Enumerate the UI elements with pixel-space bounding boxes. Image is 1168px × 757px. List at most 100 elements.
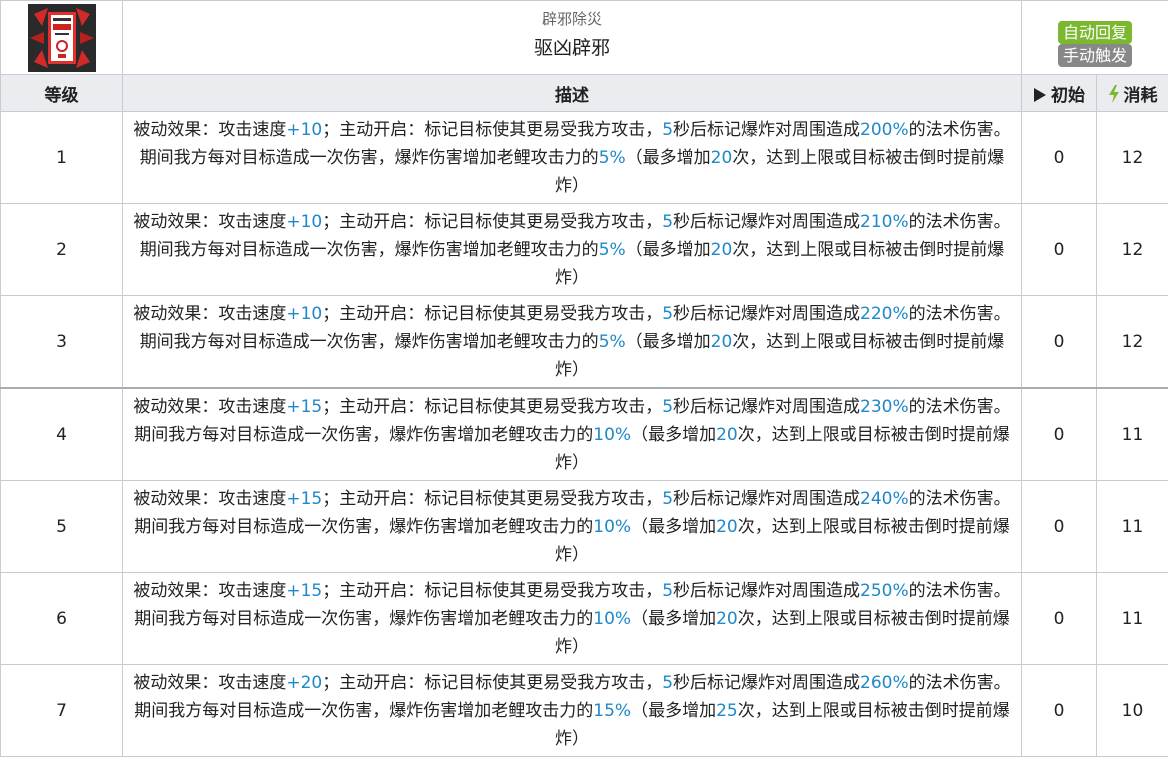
row-initial: 0 [1022, 481, 1097, 573]
desc-text: （最多增加 [631, 517, 716, 537]
row-cost: 11 [1097, 388, 1168, 481]
desc-max-stacks: 20 [716, 517, 738, 537]
skill-title: 驱凶辟邪 [123, 35, 1021, 61]
desc-text: 被动效果：攻击速度 [133, 581, 286, 601]
desc-text: （最多增加 [631, 701, 716, 721]
header-initial-label: 初始 [1051, 86, 1085, 106]
desc-text: （最多增加 [631, 609, 716, 629]
row-initial: 0 [1022, 665, 1097, 757]
desc-attack-speed: +10 [286, 120, 322, 140]
skill-subtitle: 辟邪除災 [123, 9, 1021, 29]
desc-atk-percent: 15% [593, 701, 631, 721]
row-level: 6 [1, 573, 123, 665]
row-cost: 11 [1097, 481, 1168, 573]
desc-text: （最多增加 [626, 148, 711, 168]
desc-text: 被动效果：攻击速度 [133, 489, 286, 509]
tag-manual-trigger: 手动触发 [1058, 44, 1132, 67]
row-cost: 12 [1097, 296, 1168, 389]
skill-table: 辟邪除災 驱凶辟邪 自动回复 手动触发 等级 描述 初始 消耗 1被动效果：攻击… [0, 0, 1168, 757]
row-cost: 12 [1097, 112, 1168, 204]
header-cost-label: 消耗 [1124, 86, 1158, 106]
desc-text: 秒后标记爆炸对周围造成 [673, 304, 860, 324]
desc-seconds: 5 [662, 304, 673, 324]
desc-damage: 200% [860, 120, 909, 140]
skill-name-cell: 辟邪除災 驱凶辟邪 [123, 1, 1022, 75]
row-cost: 10 [1097, 665, 1168, 757]
skill-red-seal-icon [28, 4, 96, 72]
row-description: 被动效果：攻击速度+15；主动开启：标记目标使其更易受我方攻击，5秒后标记爆炸对… [123, 573, 1022, 665]
row-initial: 0 [1022, 296, 1097, 389]
desc-max-stacks: 20 [716, 609, 738, 629]
desc-text: 秒后标记爆炸对周围造成 [673, 581, 860, 601]
desc-max-stacks: 20 [716, 425, 738, 445]
desc-text: ；主动开启：标记目标使其更易受我方攻击， [322, 489, 662, 509]
row-description: 被动效果：攻击速度+10；主动开启：标记目标使其更易受我方攻击，5秒后标记爆炸对… [123, 296, 1022, 389]
desc-max-stacks: 20 [711, 240, 733, 260]
table-row: 3被动效果：攻击速度+10；主动开启：标记目标使其更易受我方攻击，5秒后标记爆炸… [1, 296, 1168, 389]
desc-attack-speed: +15 [286, 489, 322, 509]
desc-seconds: 5 [662, 673, 673, 693]
skill-tags-cell: 自动回复 手动触发 [1022, 1, 1168, 75]
desc-max-stacks: 25 [716, 701, 738, 721]
desc-atk-percent: 10% [593, 609, 631, 629]
tag-auto-recovery: 自动回复 [1058, 21, 1132, 44]
desc-damage: 250% [860, 581, 909, 601]
desc-text: ；主动开启：标记目标使其更易受我方攻击， [322, 304, 662, 324]
table-row: 7被动效果：攻击速度+20；主动开启：标记目标使其更易受我方攻击，5秒后标记爆炸… [1, 665, 1168, 757]
header-cost: 消耗 [1097, 75, 1168, 112]
row-initial: 0 [1022, 204, 1097, 296]
desc-text: 秒后标记爆炸对周围造成 [673, 212, 860, 232]
row-cost: 12 [1097, 204, 1168, 296]
row-initial: 0 [1022, 112, 1097, 204]
header-level: 等级 [1, 75, 123, 112]
desc-max-stacks: 20 [711, 148, 733, 168]
desc-text: （最多增加 [631, 425, 716, 445]
desc-atk-percent: 10% [593, 425, 631, 445]
desc-text: 被动效果：攻击速度 [133, 397, 286, 417]
play-icon [1033, 87, 1047, 103]
row-description: 被动效果：攻击速度+10；主动开启：标记目标使其更易受我方攻击，5秒后标记爆炸对… [123, 204, 1022, 296]
row-level: 4 [1, 388, 123, 481]
desc-damage: 260% [860, 673, 909, 693]
desc-max-stacks: 20 [711, 332, 733, 352]
desc-damage: 230% [860, 397, 909, 417]
desc-text: 被动效果：攻击速度 [133, 673, 286, 693]
row-initial: 0 [1022, 573, 1097, 665]
desc-seconds: 5 [662, 212, 673, 232]
desc-atk-percent: 10% [593, 517, 631, 537]
desc-attack-speed: +10 [286, 212, 322, 232]
table-row: 5被动效果：攻击速度+15；主动开启：标记目标使其更易受我方攻击，5秒后标记爆炸… [1, 481, 1168, 573]
desc-attack-speed: +15 [286, 581, 322, 601]
desc-text: ；主动开启：标记目标使其更易受我方攻击， [322, 397, 662, 417]
header-initial: 初始 [1022, 75, 1097, 112]
desc-damage: 240% [860, 489, 909, 509]
desc-text: ；主动开启：标记目标使其更易受我方攻击， [322, 120, 662, 140]
desc-atk-percent: 5% [599, 332, 626, 352]
row-description: 被动效果：攻击速度+20；主动开启：标记目标使其更易受我方攻击，5秒后标记爆炸对… [123, 665, 1022, 757]
desc-seconds: 5 [662, 581, 673, 601]
desc-seconds: 5 [662, 120, 673, 140]
table-row: 6被动效果：攻击速度+15；主动开启：标记目标使其更易受我方攻击，5秒后标记爆炸… [1, 573, 1168, 665]
row-level: 3 [1, 296, 123, 389]
desc-text: 被动效果：攻击速度 [133, 212, 286, 232]
desc-text: 秒后标记爆炸对周围造成 [673, 489, 860, 509]
desc-text: （最多增加 [626, 332, 711, 352]
desc-attack-speed: +15 [286, 397, 322, 417]
desc-attack-speed: +20 [286, 673, 322, 693]
desc-text: ；主动开启：标记目标使其更易受我方攻击， [322, 212, 662, 232]
row-level: 5 [1, 481, 123, 573]
skill-header-row: 辟邪除災 驱凶辟邪 自动回复 手动触发 [1, 1, 1168, 75]
row-cost: 11 [1097, 573, 1168, 665]
desc-text: ；主动开启：标记目标使其更易受我方攻击， [322, 673, 662, 693]
desc-seconds: 5 [662, 397, 673, 417]
desc-seconds: 5 [662, 489, 673, 509]
desc-text: 秒后标记爆炸对周围造成 [673, 673, 860, 693]
row-level: 2 [1, 204, 123, 296]
row-initial: 0 [1022, 388, 1097, 481]
row-description: 被动效果：攻击速度+15；主动开启：标记目标使其更易受我方攻击，5秒后标记爆炸对… [123, 388, 1022, 481]
row-level: 7 [1, 665, 123, 757]
table-body: 1被动效果：攻击速度+10；主动开启：标记目标使其更易受我方攻击，5秒后标记爆炸… [1, 112, 1168, 757]
table-row: 1被动效果：攻击速度+10；主动开启：标记目标使其更易受我方攻击，5秒后标记爆炸… [1, 112, 1168, 204]
table-row: 4被动效果：攻击速度+15；主动开启：标记目标使其更易受我方攻击，5秒后标记爆炸… [1, 388, 1168, 481]
row-level: 1 [1, 112, 123, 204]
